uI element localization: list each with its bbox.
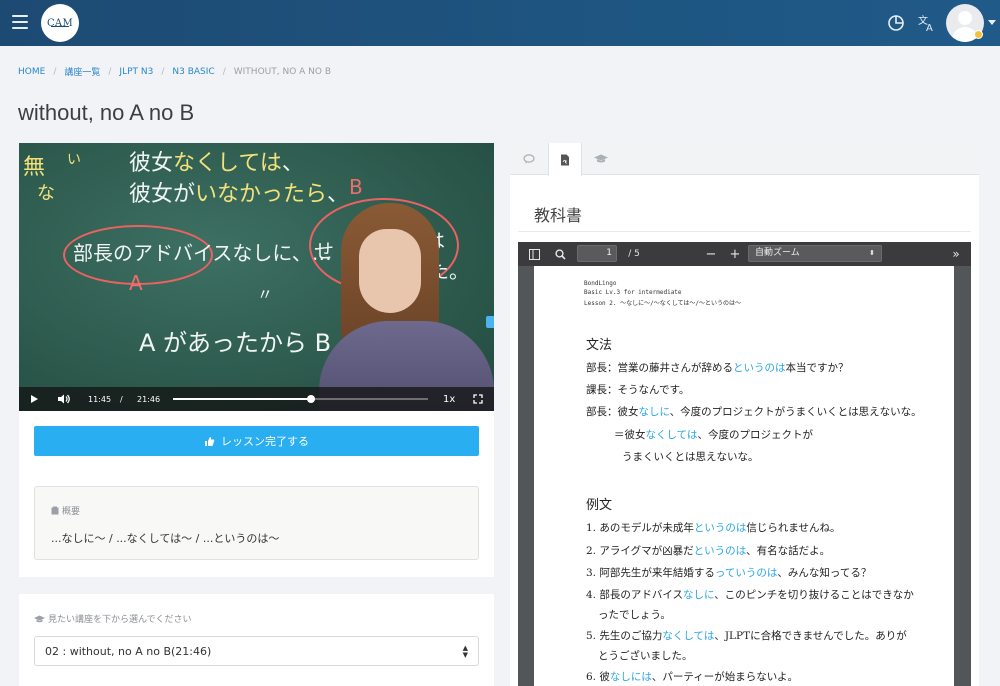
logo-text: CAM bbox=[46, 17, 73, 29]
tab-pdf[interactable] bbox=[548, 143, 582, 176]
svg-text:A: A bbox=[926, 23, 933, 34]
translate-icon[interactable]: 文A bbox=[916, 12, 938, 34]
video-controls: 11:45 / 21:46 1x bbox=[19, 387, 494, 411]
pdf-page bbox=[534, 266, 954, 686]
example-line: とうございました。 bbox=[598, 650, 693, 662]
zoom-in-button[interactable]: + bbox=[727, 242, 743, 266]
grammar-line: 部長：営業の藤井さんが辞めるというのは本当ですか？ bbox=[586, 362, 849, 374]
thumbs-up-icon bbox=[205, 436, 215, 446]
pdf-header-line: Basic Lv.3 for intermediate bbox=[584, 289, 682, 296]
example-line: 6. 彼なしには、パーティーが始まらないよ。 bbox=[586, 671, 799, 683]
status-dot bbox=[974, 30, 983, 39]
pdf-header-line: BondLingo bbox=[584, 280, 617, 287]
grammar-line: ＝彼女なくしては、今度のプロジェクトが bbox=[614, 429, 813, 441]
tab-comments[interactable] bbox=[512, 143, 546, 175]
instructor bbox=[319, 203, 494, 411]
page-number-input[interactable]: 1 bbox=[577, 245, 617, 262]
logo[interactable]: CAM bbox=[41, 4, 79, 42]
complete-lesson-button[interactable]: レッスン完了する bbox=[34, 426, 479, 456]
grammar-line: うまくいくとは思えないな。 bbox=[622, 451, 759, 463]
top-navbar bbox=[0, 0, 1000, 46]
breadcrumb-current: WITHOUT, NO A NO B bbox=[233, 66, 332, 77]
select-arrows-icon: ⬍ bbox=[869, 249, 875, 257]
board-line-4: A があったから B bbox=[139, 329, 332, 357]
grammar-line: 課長：そうなんです。 bbox=[586, 384, 690, 396]
pie-chart-icon[interactable] bbox=[885, 12, 907, 34]
page-total: / 5 bbox=[628, 249, 640, 259]
playback-speed[interactable]: 1x bbox=[443, 387, 455, 411]
comment-icon bbox=[523, 154, 535, 164]
pdf-header-line: Lesson 2. ～なしに～/～なくしては～/～というのは～ bbox=[584, 300, 742, 307]
summary-header: 概要 bbox=[51, 504, 80, 517]
example-line: ったでしょう。 bbox=[598, 609, 671, 621]
board-side-c: な bbox=[37, 183, 55, 204]
fullscreen-icon[interactable] bbox=[473, 387, 483, 411]
board-label-b: B bbox=[349, 175, 363, 199]
zoom-select[interactable]: 自動ズーム ⬍ bbox=[748, 245, 882, 262]
course-select-label-row: 見たい講座を下から選んでください bbox=[34, 612, 192, 625]
clipboard-icon bbox=[51, 506, 59, 515]
textbook-title: 教科書 bbox=[534, 206, 583, 225]
board-side-a: 無 bbox=[23, 155, 46, 180]
complete-lesson-label: レッスン完了する bbox=[221, 435, 309, 448]
sidebar-toggle-icon[interactable] bbox=[526, 242, 542, 266]
course-select-value: 02 : without, no A no B(21:46) bbox=[45, 644, 212, 658]
page-title: without, no A no B bbox=[18, 100, 195, 125]
board-line-1: 彼女なくしては、 bbox=[129, 151, 304, 176]
example-line: 5. 先生のご協力なくしては、JLPTに合格できませんでした。ありが bbox=[586, 630, 907, 642]
board-line-2: 彼女がいなかったら、 bbox=[129, 182, 350, 207]
summary-box: 概要 ...なしに～ / ...なくしては～ / ...というのは～ bbox=[34, 486, 479, 560]
current-time: 11:45 bbox=[88, 394, 112, 404]
grammar-heading: 文法 bbox=[586, 338, 613, 353]
breadcrumb: HOME / 講座一覧 / JLPT N3 / N3 BASIC / WITHO… bbox=[18, 65, 332, 79]
example-line: 2. アライグマが凶暴だというのは、有名な話だよ。 bbox=[586, 545, 831, 557]
duration: 21:46 bbox=[137, 394, 161, 404]
summary-label: 概要 bbox=[62, 507, 81, 517]
menu-icon[interactable] bbox=[12, 15, 28, 29]
zoom-value: 自動ズーム bbox=[755, 248, 800, 258]
graduation-cap-icon bbox=[594, 154, 608, 163]
seek-bar-fill bbox=[173, 398, 311, 400]
seek-handle[interactable] bbox=[306, 395, 315, 403]
board-side-b: い bbox=[67, 152, 81, 168]
seek-bar[interactable] bbox=[173, 395, 428, 403]
course-select-label: 見たい講座を下から選んでください bbox=[48, 615, 192, 625]
more-tools-icon[interactable]: » bbox=[948, 242, 964, 266]
side-handle[interactable] bbox=[486, 316, 494, 328]
course-select[interactable]: 02 : without, no A no B(21:46) ▲ ▼ bbox=[34, 636, 479, 666]
graduation-cap-icon bbox=[34, 615, 45, 623]
pdf-file-icon bbox=[561, 154, 569, 165]
board-equals: 〃 bbox=[257, 285, 274, 304]
breadcrumb-jlpt-n3[interactable]: JLPT N3 bbox=[119, 67, 153, 77]
example-line: 4. 部長のアドバイスなしに、このピンチを切り抜けることはできなか bbox=[586, 589, 914, 601]
breadcrumb-home[interactable]: HOME bbox=[18, 67, 45, 77]
volume-icon[interactable] bbox=[57, 387, 71, 411]
example-line: 3. 阿部先生が来年結婚するっていうのは、みんな知ってる？ bbox=[586, 567, 872, 579]
board-label-a: A bbox=[129, 271, 143, 295]
example-line: 1. あのモデルが未成年というのは信じられませんね。 bbox=[586, 522, 841, 534]
time-separator: / bbox=[120, 394, 123, 404]
select-arrows-icon: ▲ ▼ bbox=[462, 644, 468, 659]
breadcrumb-n3-basic[interactable]: N3 BASIC bbox=[172, 67, 214, 77]
play-icon[interactable] bbox=[29, 387, 39, 411]
panel-tabs bbox=[510, 143, 979, 176]
divider bbox=[518, 231, 971, 232]
video-player[interactable]: 彼女なくしては、 彼女がいなかったら、 無 い な 部長のアドバイスなしに、… … bbox=[19, 143, 494, 411]
summary-text: ...なしに～ / ...なくしては～ / ...というのは～ bbox=[51, 532, 280, 545]
board-line-3: 部長のアドバイスなしに、… bbox=[73, 241, 332, 265]
zoom-out-button[interactable]: − bbox=[703, 242, 719, 266]
examples-heading: 例文 bbox=[586, 498, 613, 513]
tab-course[interactable] bbox=[584, 143, 618, 175]
search-icon[interactable] bbox=[552, 242, 568, 266]
breadcrumb-courses[interactable]: 講座一覧 bbox=[64, 65, 100, 78]
chevron-down-icon[interactable] bbox=[988, 20, 996, 25]
grammar-line: 部長：彼女なしに、今度のプロジェクトがうまくいくとは思えないな。 bbox=[586, 406, 922, 418]
